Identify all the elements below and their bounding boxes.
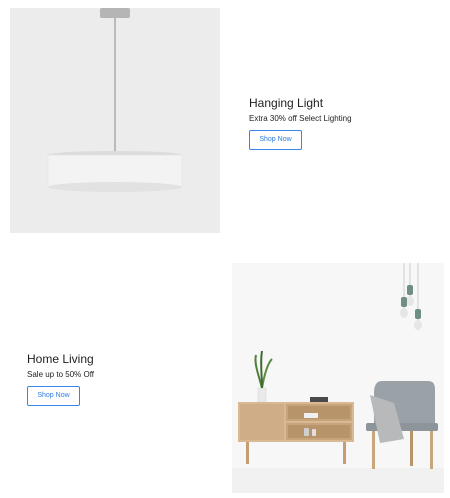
living-room-image[interactable] bbox=[232, 263, 444, 493]
promo-subtitle: Extra 30% off Select Lighting bbox=[249, 114, 352, 123]
shop-now-button[interactable]: Shop Now bbox=[249, 129, 302, 150]
pendant-lamp-image[interactable] bbox=[10, 8, 220, 233]
shop-now-button[interactable]: Shop Now bbox=[27, 385, 80, 406]
promo-hanging-light: Hanging Light Extra 30% off Select Light… bbox=[249, 96, 352, 150]
promo-title: Home Living bbox=[27, 352, 94, 366]
promo-subtitle: Sale up to 50% Off bbox=[27, 370, 95, 379]
promo-home-living: Home Living Sale up to 50% Off Shop Now bbox=[27, 352, 94, 406]
promo-title: Hanging Light bbox=[249, 96, 324, 110]
